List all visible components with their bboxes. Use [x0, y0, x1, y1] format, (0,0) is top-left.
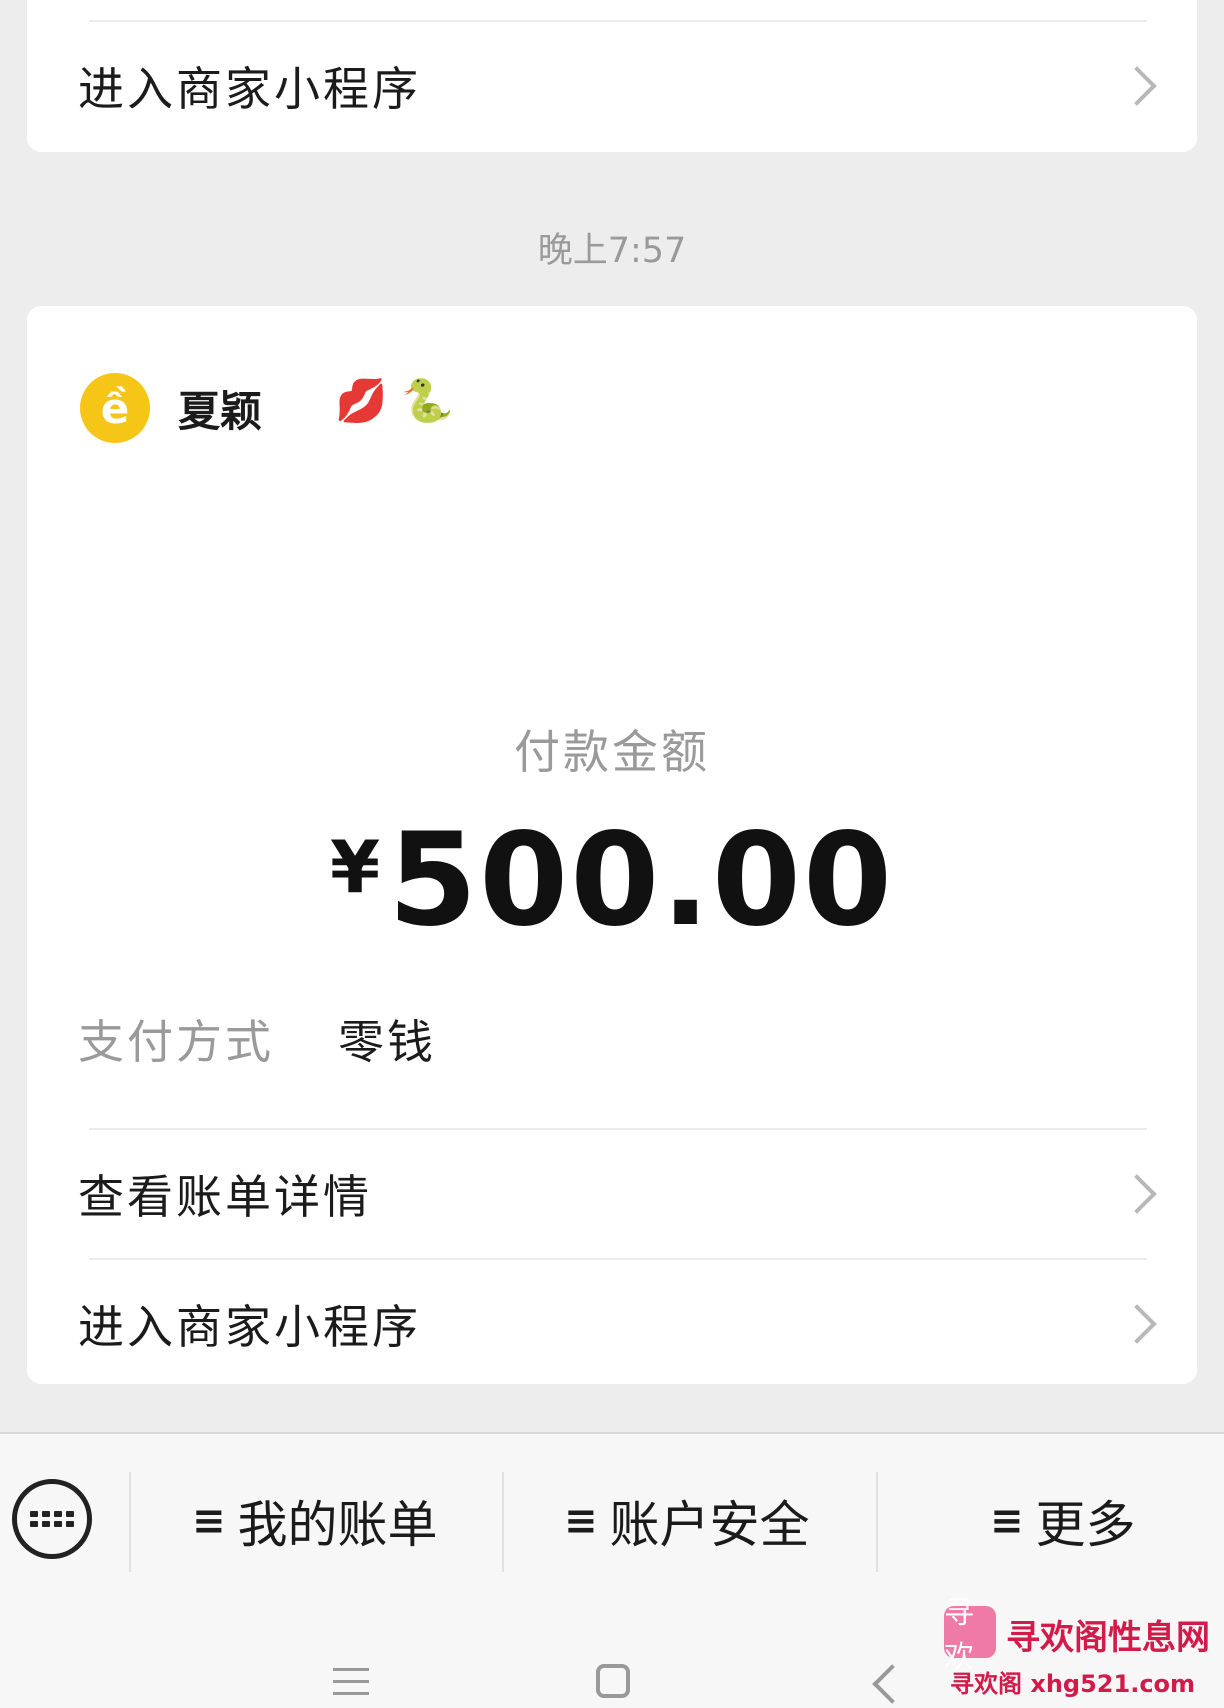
watermark-title: 寻欢阁性息网: [1006, 1618, 1210, 1658]
chevron-right-icon: [1117, 1174, 1157, 1214]
menu-separator: [876, 1472, 878, 1572]
menu-separator: [129, 1472, 131, 1572]
chevron-right-icon: [1117, 1304, 1157, 1344]
merchant-emoji: 💋 🐍: [335, 376, 454, 426]
payment-card: ề 夏颖 💋 🐍 付款金额 ¥500.00 支付方式 零钱 查看账单详情 进入商…: [27, 306, 1197, 1384]
menu-separator: [502, 1472, 504, 1572]
snake-emoji-icon: 🐍: [401, 376, 454, 425]
merchant-name: 夏颖: [178, 387, 263, 436]
currency-symbol: ¥: [329, 825, 381, 909]
merchant-avatar: ề: [80, 373, 150, 443]
enter-mini-program-row-previous[interactable]: 进入商家小程序: [27, 22, 1197, 150]
home-icon[interactable]: [596, 1664, 630, 1698]
menu-label: 我的账单: [237, 1496, 438, 1554]
recent-apps-icon[interactable]: [333, 1668, 369, 1704]
menu-list-icon: ≡: [192, 1498, 226, 1544]
keyboard-toggle-button[interactable]: [12, 1479, 92, 1559]
menu-list-icon: ≡: [990, 1498, 1024, 1544]
menu-account-security[interactable]: ≡ 账户安全: [564, 1486, 810, 1556]
menu-list-icon: ≡: [564, 1498, 598, 1544]
service-menu-bar: ≡ 我的账单 ≡ 账户安全 ≡ 更多: [0, 1432, 1224, 1610]
watermark-url: 寻欢阁 xhg521.com: [950, 1670, 1196, 1698]
amount-label: 付款金额: [514, 725, 710, 779]
payment-amount: ¥500.00: [27, 806, 1197, 955]
menu-my-bills[interactable]: ≡ 我的账单: [192, 1486, 438, 1556]
pay-method-value: 零钱: [338, 1015, 436, 1069]
message-timestamp: 晚上7:57: [537, 231, 687, 271]
row-label: 查看账单详情: [78, 1170, 372, 1224]
watermark: 寻欢 寻欢阁性息网 寻欢阁 xhg521.com: [944, 1596, 1224, 1708]
keyboard-icon: [30, 1511, 74, 1527]
row-label: 进入商家小程序: [78, 62, 421, 116]
row-label: 进入商家小程序: [78, 1300, 421, 1354]
menu-label: 更多: [1035, 1496, 1136, 1554]
enter-mini-program-row[interactable]: 进入商家小程序: [27, 1260, 1197, 1388]
chevron-right-icon: [1117, 66, 1157, 106]
menu-more[interactable]: ≡ 更多: [990, 1486, 1136, 1556]
menu-label: 账户安全: [609, 1496, 810, 1554]
lips-emoji-icon: 💋: [335, 376, 388, 425]
pay-method-label: 支付方式: [78, 1015, 274, 1069]
back-icon[interactable]: [872, 1664, 912, 1704]
view-bill-details-row[interactable]: 查看账单详情: [27, 1130, 1197, 1258]
watermark-logo: 寻欢: [944, 1596, 996, 1675]
service-card-previous: 进入商家小程序: [27, 0, 1197, 152]
amount-value: 500.00: [388, 806, 895, 955]
